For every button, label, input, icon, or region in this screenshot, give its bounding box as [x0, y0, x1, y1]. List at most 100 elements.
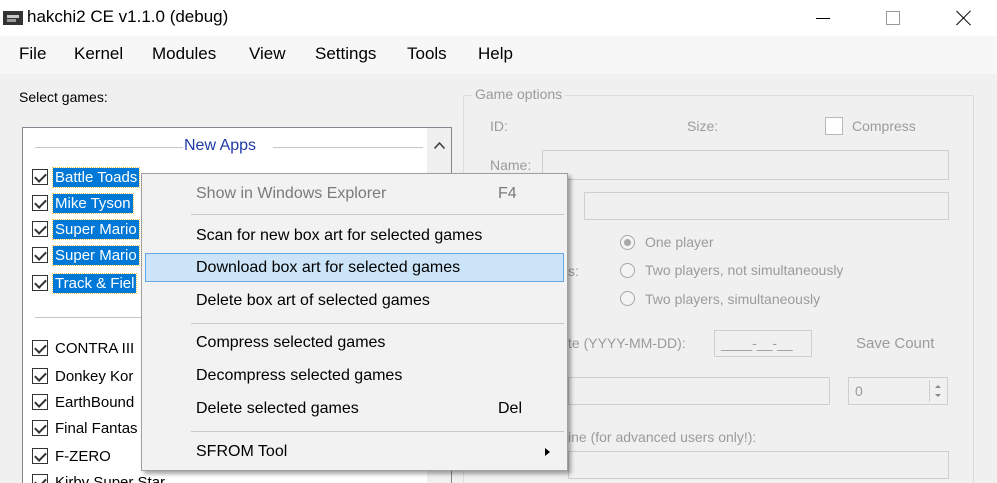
radio-two-not-sim[interactable]	[620, 263, 635, 278]
game-row[interactable]: F-ZERO	[32, 444, 113, 468]
game-name[interactable]: Final Fantas	[53, 419, 140, 438]
game-row[interactable]: Super Mario	[32, 217, 140, 241]
game-row[interactable]: EarthBound	[32, 390, 136, 414]
radio-two-not-sim-label: Two players, not simultaneously	[645, 262, 844, 278]
game-row[interactable]: Battle Toads	[32, 165, 141, 189]
game-row[interactable]: Track & Fiel	[32, 271, 138, 295]
menu-view[interactable]: View	[249, 44, 286, 64]
maximize-icon	[886, 11, 900, 25]
ctx-show-in-explorer[interactable]: Show in Windows Explorer F4	[145, 179, 564, 208]
name-label: Name:	[490, 157, 532, 173]
ctx-item-label: Scan for new box art for selected games	[196, 227, 483, 244]
menu-file[interactable]: File	[19, 44, 46, 64]
title-bar: hakchi2 CE v1.1.0 (debug)	[0, 0, 997, 36]
context-menu: Show in Windows Explorer F4 Scan for new…	[141, 173, 568, 471]
ctx-compress[interactable]: Compress selected games	[145, 328, 564, 357]
game-checkbox[interactable]	[32, 169, 48, 185]
radio-two-sim[interactable]	[620, 291, 635, 306]
stepper-buttons[interactable]	[929, 380, 945, 402]
save-count-value: 0	[855, 383, 863, 399]
radio-one-player-label: One player	[645, 234, 714, 250]
menu-help[interactable]: Help	[478, 44, 513, 64]
game-checkbox[interactable]	[32, 474, 48, 483]
ctx-item-label: SFROM Tool	[196, 443, 288, 460]
compress-checkbox[interactable]	[825, 117, 843, 135]
ctx-decompress[interactable]: Decompress selected games	[145, 361, 564, 390]
ctx-item-label: Download box art for selected games	[196, 259, 461, 276]
game-options-title: Game options	[472, 86, 566, 102]
ctx-separator	[191, 214, 564, 215]
game-row[interactable]: Super Mario	[32, 243, 140, 267]
menu-settings[interactable]: Settings	[315, 44, 376, 64]
game-row[interactable]: Mike Tyson	[32, 191, 134, 215]
cmdline-label: ine (for advanced users only!):	[568, 429, 757, 445]
menu-tools[interactable]: Tools	[407, 44, 447, 64]
game-name[interactable]: Super Mario	[52, 244, 140, 266]
game-name[interactable]: F-ZERO	[53, 447, 113, 466]
genre-input[interactable]	[568, 377, 830, 405]
radio-one-player[interactable]	[620, 235, 635, 250]
close-button[interactable]	[941, 0, 987, 36]
game-name[interactable]: Super Mario	[52, 218, 140, 240]
game-row[interactable]: Final Fantas	[32, 416, 140, 440]
ctx-item-label: Show in Windows Explorer	[196, 185, 387, 202]
game-checkbox[interactable]	[32, 394, 48, 410]
name-input[interactable]	[542, 150, 949, 180]
game-row[interactable]: Donkey Kor	[32, 364, 135, 388]
game-name[interactable]: Mike Tyson	[52, 192, 134, 214]
menu-modules[interactable]: Modules	[152, 44, 216, 64]
group-header-new-apps[interactable]: New Apps	[184, 137, 256, 155]
ctx-delete-box-art[interactable]: Delete box art of selected games	[145, 286, 564, 315]
game-name[interactable]: Track & Fiel	[51, 272, 138, 294]
group-divider	[35, 317, 155, 318]
ctx-item-label: Delete box art of selected games	[196, 292, 430, 309]
game-row[interactable]: CONTRA III	[32, 336, 136, 360]
ctx-item-shortcut: Del	[498, 400, 523, 417]
ctx-delete-games[interactable]: Delete selected games Del	[145, 394, 564, 423]
game-checkbox[interactable]	[32, 275, 48, 291]
maximize-button[interactable]	[870, 0, 916, 36]
game-name[interactable]: Kirby Super Star	[53, 473, 167, 483]
ctx-item-shortcut: F4	[498, 185, 517, 202]
ctx-item-label: Decompress selected games	[196, 367, 403, 384]
menu-kernel[interactable]: Kernel	[74, 44, 123, 64]
save-count-stepper[interactable]: 0	[848, 377, 948, 405]
app-icon	[3, 11, 23, 25]
ctx-separator	[191, 323, 564, 324]
id-label: ID:	[490, 118, 508, 134]
game-row[interactable]: Kirby Super Star	[32, 470, 167, 483]
window-title: hakchi2 CE v1.1.0 (debug)	[27, 7, 229, 26]
game-checkbox[interactable]	[32, 448, 48, 464]
release-date-label: te (YYYY-MM-DD):	[568, 335, 686, 351]
game-name[interactable]: Battle Toads	[51, 166, 141, 188]
game-checkbox[interactable]	[32, 221, 48, 237]
minimize-icon	[816, 17, 830, 19]
game-checkbox[interactable]	[32, 420, 48, 436]
submenu-arrow-icon	[545, 448, 550, 456]
close-icon	[956, 10, 972, 26]
stepper-arrows-icon	[935, 385, 941, 397]
game-name[interactable]: CONTRA III	[53, 339, 136, 358]
radio-two-sim-label: Two players, simultaneously	[645, 291, 821, 307]
select-games-label: Select games:	[19, 89, 108, 105]
ctx-download-box-art[interactable]: Download box art for selected games	[145, 253, 564, 282]
minimize-button[interactable]	[800, 0, 846, 36]
game-checkbox[interactable]	[32, 195, 48, 211]
cmdline-input[interactable]	[568, 451, 949, 479]
players-label: s:	[568, 263, 579, 279]
game-checkbox[interactable]	[32, 247, 48, 263]
game-checkbox[interactable]	[32, 368, 48, 384]
publisher-input[interactable]	[584, 192, 949, 220]
release-date-value: ____-__-__	[721, 335, 793, 351]
scroll-up-arrow-icon[interactable]	[427, 128, 451, 162]
ctx-separator	[191, 431, 564, 432]
menu-bar: File Kernel Modules View Settings Tools …	[0, 36, 997, 74]
ctx-sfrom-tool[interactable]: SFROM Tool	[145, 437, 564, 466]
ctx-scan-box-art[interactable]: Scan for new box art for selected games	[145, 221, 564, 250]
game-name[interactable]: Donkey Kor	[53, 367, 135, 386]
release-date-input[interactable]: ____-__-__	[714, 330, 812, 357]
game-checkbox[interactable]	[32, 340, 48, 356]
compress-label: Compress	[852, 118, 916, 134]
size-label: Size:	[687, 118, 719, 134]
game-name[interactable]: EarthBound	[53, 393, 136, 412]
